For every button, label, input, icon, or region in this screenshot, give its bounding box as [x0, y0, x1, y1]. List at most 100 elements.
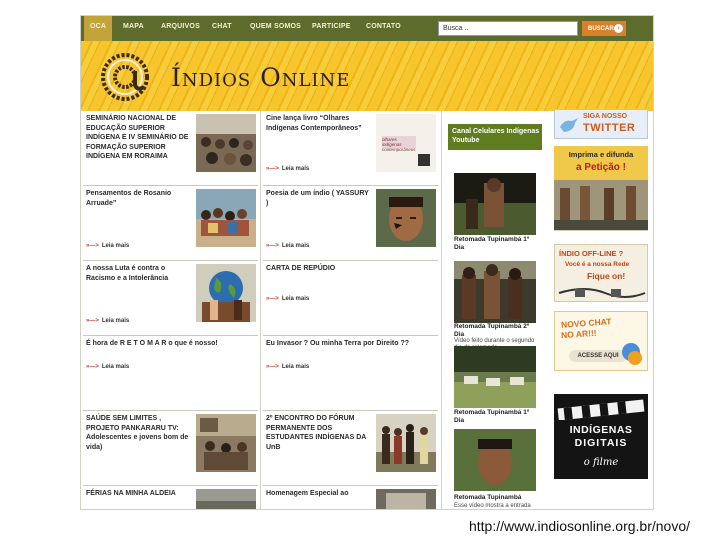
nav-item-participe[interactable]: PARTICIPE: [312, 23, 351, 30]
search-input[interactable]: [438, 21, 578, 36]
video-thumbnail[interactable]: [454, 346, 536, 408]
photo-classroom: [196, 414, 256, 472]
film-title-line1: INDÍGENAS: [569, 424, 633, 436]
film-banner[interactable]: INDÍGENAS DIGITAIS o filme: [554, 394, 648, 479]
post-card[interactable]: SAÚDE SEM LIMITES , PROJETO PANKARARU TV…: [83, 411, 258, 486]
book-cover-title: olhares indígenas contemporâneos: [382, 137, 416, 152]
read-more-link[interactable]: »—> Leia mais: [86, 243, 129, 249]
youtube-channel-label: Canal Celulares Indígenas Youtube: [452, 128, 540, 144]
post-card[interactable]: Eu Invasor ? Ou minha Terra por Direito …: [263, 336, 438, 411]
twitter-follow-banner[interactable]: SIGA NOSSO TWITTER: [554, 109, 648, 139]
offline-banner[interactable]: ÍNDIO OFF-LINE ? Você é a nossa Rede Fiq…: [554, 244, 648, 302]
video-thumbnail[interactable]: [454, 261, 536, 323]
post-title[interactable]: Homenagem Especial ao: [266, 489, 372, 499]
post-thumbnail[interactable]: olhares indígenas contemporâneos: [376, 114, 436, 172]
post-title[interactable]: Pensamentos de Rosanio Arruade”: [86, 189, 192, 208]
post-thumbnail[interactable]: [376, 414, 436, 472]
post-title[interactable]: CARTA DE REPÚDIO: [266, 264, 372, 274]
search-button[interactable]: BUSCAR ›: [582, 21, 626, 36]
post-thumbnail[interactable]: [376, 489, 436, 509]
video-item[interactable]: Retomada Tupinambá 1º Dia: [454, 173, 538, 251]
post-title[interactable]: 2º ENCONTRO DO FÓRUM PERMANENTE DOS ESTU…: [266, 414, 372, 452]
video-title[interactable]: Retomada Tupinambá: [454, 494, 538, 502]
at-sign-logo[interactable]: [97, 49, 157, 104]
video-item[interactable]: Retomada Tupinambá Esse vídeo mostra a e…: [454, 429, 538, 509]
video-title[interactable]: Retomada Tupinambá 2º Dia: [454, 323, 538, 338]
photo-portrait: [376, 189, 436, 247]
read-more-label: Leia mais: [281, 364, 310, 370]
clapperboard-icon: [557, 399, 645, 420]
nav-item-oca[interactable]: OCA: [90, 23, 106, 30]
read-more-label: Leia mais: [281, 296, 310, 302]
post-card[interactable]: CARTA DE REPÚDIO »—> Leia mais: [263, 261, 438, 336]
twitter-follow-label: SIGA NOSSO: [583, 113, 628, 120]
arrow-right-icon: »—>: [266, 364, 279, 370]
post-title[interactable]: SAÚDE SEM LIMITES , PROJETO PANKARARU TV…: [86, 414, 192, 452]
nav-item-contato[interactable]: CONTATO: [366, 23, 401, 30]
post-card[interactable]: Poesia de um índio ( YASSURY ) »—> Leia m…: [263, 186, 438, 261]
read-more-label: Leia mais: [281, 166, 310, 172]
petition-line2: a Petição !: [575, 162, 627, 173]
post-card[interactable]: A nossa Luta é contra o Racismo e a Into…: [83, 261, 258, 336]
offline-title: ÍNDIO OFF-LINE ?: [559, 249, 624, 258]
feet-photo: [554, 180, 648, 230]
arrow-right-icon: »—>: [266, 243, 279, 249]
read-more-link[interactable]: »—> Leia mais: [266, 296, 309, 302]
post-card[interactable]: SEMINÁRIO NACIONAL DE EDUCAÇÃO SUPERIOR …: [83, 111, 258, 186]
nav-item-quem-somos[interactable]: QUEM SOMOS: [250, 23, 301, 30]
film-title-line2: DIGITAIS: [574, 437, 628, 449]
film-subtitle: o filme: [583, 457, 619, 468]
read-more-link[interactable]: »—> Leia mais: [86, 364, 129, 370]
youtube-channel-header[interactable]: Canal Celulares Indígenas Youtube: [448, 124, 542, 150]
video-title[interactable]: Retomada Tupinambá 1º Dia: [454, 409, 538, 424]
post-thumbnail[interactable]: [196, 489, 256, 509]
post-card[interactable]: Cine lança livro “Olhares Indígenas Cont…: [263, 111, 438, 186]
post-thumbnail[interactable]: [376, 189, 436, 247]
post-title[interactable]: Cine lança livro “Olhares Indígenas Cont…: [266, 114, 372, 133]
post-card[interactable]: 2º ENCONTRO DO FÓRUM PERMANENTE DOS ESTU…: [263, 411, 438, 486]
footer-url: http://www.indiosonline.org.br/novo/: [468, 518, 690, 534]
post-card[interactable]: Pensamentos de Rosanio Arruade” »—> Leia …: [83, 186, 258, 261]
arrow-right-icon: »—>: [86, 318, 99, 324]
read-more-link[interactable]: »—> Leia mais: [266, 364, 309, 370]
search-button-label: BUSCAR: [588, 25, 614, 32]
read-more-link[interactable]: »—> Leia mais: [266, 243, 309, 249]
post-title[interactable]: Poesia de um índio ( YASSURY ): [266, 189, 372, 208]
post-title[interactable]: A nossa Luta é contra o Racismo e a Into…: [86, 264, 192, 283]
new-chat-banner[interactable]: NOVO CHAT NO AR!!! ACESSE AQUI: [554, 311, 648, 371]
post-thumbnail[interactable]: [196, 114, 256, 172]
read-more-link[interactable]: »—> Leia mais: [86, 318, 129, 324]
video-title[interactable]: Retomada Tupinambá 1º Dia: [454, 236, 538, 251]
read-more-label: Leia mais: [101, 243, 130, 249]
main-content: SEMINÁRIO NACIONAL DE EDUCAÇÃO SUPERIOR …: [81, 109, 653, 509]
post-card[interactable]: FÉRIAS NA MINHA ALDEIA: [83, 486, 258, 509]
video-thumbnail[interactable]: [454, 173, 536, 235]
read-more-link[interactable]: »—> Leia mais: [266, 166, 309, 172]
post-thumbnail[interactable]: [196, 414, 256, 472]
post-title[interactable]: SEMINÁRIO NACIONAL DE EDUCAÇÃO SUPERIOR …: [86, 114, 192, 162]
read-more-label: Leia mais: [101, 364, 130, 370]
post-title[interactable]: FÉRIAS NA MINHA ALDEIA: [86, 489, 192, 499]
column-divider: [441, 111, 442, 509]
offline-subtitle: Você é a nossa Rede: [565, 261, 630, 268]
arrow-right-icon: »—>: [266, 296, 279, 302]
photo-village: [196, 489, 256, 509]
nav-item-chat[interactable]: CHAT: [212, 23, 232, 30]
post-card[interactable]: É hora de R E T O M A R o que é nosso! »…: [83, 336, 258, 411]
photo-forum-group: [376, 414, 436, 472]
petition-banner[interactable]: Imprima e difunda a Petição !: [554, 146, 648, 231]
post-title[interactable]: É hora de R E T O M A R o que é nosso!: [86, 339, 236, 349]
post-thumbnail[interactable]: [196, 189, 256, 247]
new-chat-subtitle: NO AR!!!: [560, 327, 597, 341]
post-card[interactable]: Homenagem Especial ao: [263, 486, 438, 509]
nav-item-mapa[interactable]: MAPA: [123, 23, 144, 30]
nav-item-arquivos[interactable]: ARQUIVOS: [161, 23, 200, 30]
video-thumbnail[interactable]: [454, 429, 536, 491]
video-item[interactable]: Retomada Tupinambá 2º Dia Vídeo feito du…: [454, 261, 538, 351]
network-cable-icon: [558, 288, 646, 298]
post-title[interactable]: Eu Invasor ? Ou minha Terra por Direito …: [266, 339, 416, 349]
globe-hands-image: [196, 264, 256, 322]
arrow-right-icon: »—>: [266, 166, 279, 172]
post-thumbnail[interactable]: [196, 264, 256, 322]
video-item[interactable]: Retomada Tupinambá 1º Dia: [454, 346, 538, 424]
